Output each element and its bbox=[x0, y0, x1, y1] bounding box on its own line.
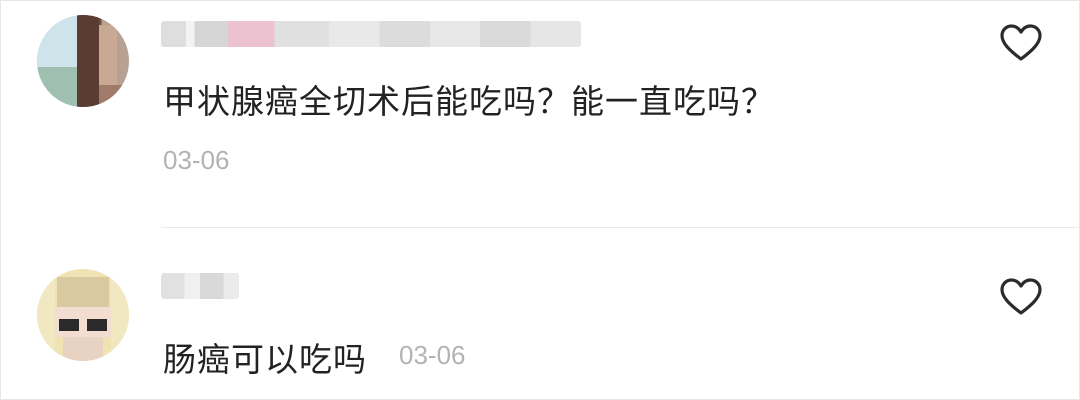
like-button[interactable] bbox=[999, 277, 1043, 317]
username-blurred[interactable] bbox=[161, 21, 581, 47]
divider bbox=[161, 227, 1080, 228]
comment-list: 甲状腺癌全切术后能吃吗？能一直吃吗？ 03-06 肠癌可以吃吗 03-06 bbox=[0, 0, 1080, 400]
comment-date: 03-06 bbox=[399, 340, 466, 370]
comment-item: 甲状腺癌全切术后能吃吗？能一直吃吗？ 03-06 bbox=[1, 1, 1080, 229]
comment-text: 肠癌可以吃吗 bbox=[163, 340, 367, 379]
comment-date: 03-06 bbox=[163, 145, 230, 175]
avatar[interactable] bbox=[37, 269, 129, 361]
heart-outline-icon bbox=[1000, 24, 1042, 61]
comment-text: 甲状腺癌全切术后能吃吗？能一直吃吗？ bbox=[163, 82, 775, 121]
avatar[interactable] bbox=[37, 15, 129, 107]
like-button[interactable] bbox=[999, 23, 1043, 63]
heart-outline-icon bbox=[1000, 278, 1042, 315]
comment-item: 肠癌可以吃吗 03-06 bbox=[1, 229, 1080, 400]
username-blurred[interactable] bbox=[161, 273, 239, 299]
